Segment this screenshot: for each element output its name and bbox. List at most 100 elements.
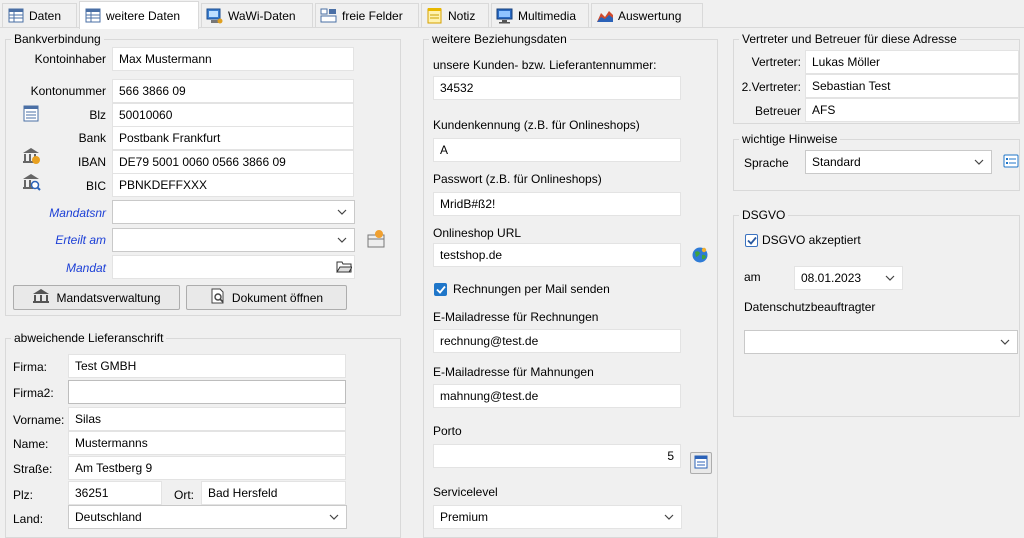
bank-search-icon xyxy=(21,172,41,195)
mandatsnr-select[interactable] xyxy=(112,200,355,224)
bank-label: Bank xyxy=(78,131,106,145)
vertreter-field[interactable]: Lukas Möller xyxy=(805,50,1019,74)
passwort-label: Passwort (z.B. für Onlineshops) xyxy=(433,172,602,186)
dokument-oeffnen-button[interactable]: Dokument öffnen xyxy=(186,285,347,310)
strasse-field[interactable]: Am Testberg 9 xyxy=(68,456,346,480)
name-field[interactable]: Mustermanns xyxy=(68,431,346,455)
sprache-label: Sprache xyxy=(744,156,789,170)
ort-field[interactable]: Bad Hersfeld xyxy=(201,481,346,505)
land-select[interactable]: Deutschland xyxy=(68,505,347,529)
rechnung-per-mail-checkbox[interactable] xyxy=(434,283,447,296)
firma2-label: Firma2: xyxy=(13,386,54,400)
datenschutzbeauftragter-label: Datenschutzbeauftragter xyxy=(744,300,876,314)
vertreter-label: Vertreter: xyxy=(751,55,801,69)
mandat-label: Mandat xyxy=(65,261,106,275)
checkmark-icon xyxy=(435,285,446,294)
ort-label: Ort: xyxy=(174,488,194,502)
tab-weitere-daten[interactable]: weitere Daten xyxy=(79,1,199,29)
mandat-open-folder-button[interactable] xyxy=(333,256,355,278)
bank-calc-icon xyxy=(21,146,41,169)
erteilt-am-date[interactable] xyxy=(112,228,355,252)
table-icon xyxy=(84,7,101,24)
iban-field[interactable]: DE79 5001 0060 0566 3866 09 xyxy=(112,150,354,174)
table-icon xyxy=(7,7,24,24)
servicelevel-select[interactable]: Premium xyxy=(433,505,682,529)
vorname-field[interactable]: Silas xyxy=(68,407,346,431)
bic-field[interactable]: PBNKDEFFXXX xyxy=(112,173,354,197)
kontonummer-field[interactable]: 566 3866 09 xyxy=(112,79,354,103)
rechnung-per-mail-label: Rechnungen per Mail senden xyxy=(453,282,610,296)
porto-field[interactable]: 5 xyxy=(433,444,681,468)
mandatsverwaltung-button[interactable]: Mandatsverwaltung xyxy=(13,285,180,310)
bic-search-button[interactable] xyxy=(20,172,42,194)
chevron-down-icon xyxy=(974,159,984,165)
land-label: Land: xyxy=(13,512,44,526)
firma2-field[interactable] xyxy=(68,380,346,404)
chevron-down-icon xyxy=(329,514,339,520)
blz-label: Blz xyxy=(89,108,106,122)
chart-icon xyxy=(596,7,613,24)
porto-table-button[interactable] xyxy=(690,452,712,474)
tab-auswertung[interactable]: Auswertung xyxy=(591,3,703,27)
plz-label: Plz: xyxy=(13,488,34,502)
document-search-icon xyxy=(210,288,226,307)
group-legend: DSGVO xyxy=(739,208,789,222)
blz-lookup-button[interactable] xyxy=(20,104,42,126)
iban-calculate-button[interactable] xyxy=(20,146,42,168)
tab-notiz[interactable]: Notiz xyxy=(421,3,489,27)
group-legend: wichtige Hinweise xyxy=(739,132,841,146)
plz-field[interactable]: 36251 xyxy=(68,481,162,505)
firma-field[interactable]: Test GMBH xyxy=(68,354,346,378)
table-icon xyxy=(694,455,708,472)
land-value: Deutschland xyxy=(75,510,142,524)
kundenkennung-label: Kundenkennung (z.B. für Onlineshops) xyxy=(433,118,640,132)
sprache-list-button[interactable] xyxy=(1000,151,1022,173)
checkmark-icon xyxy=(746,236,757,245)
tab-freie-felder[interactable]: freie Felder xyxy=(315,3,419,27)
mail-rechnungen-field[interactable]: rechnung@test.de xyxy=(433,329,681,353)
mail-mahnungen-field[interactable]: mahnung@test.de xyxy=(433,384,681,408)
chevron-down-icon xyxy=(885,275,895,281)
tab-multimedia[interactable]: Multimedia xyxy=(491,3,589,27)
iban-label: IBAN xyxy=(77,155,106,169)
kundennummer-label: unsere Kunden- bzw. Lieferantennummer: xyxy=(433,58,657,72)
datenschutzbeauftragter-select[interactable] xyxy=(744,330,1018,354)
dsgvo-am-value: 08.01.2023 xyxy=(801,271,862,285)
list-icon xyxy=(1003,154,1019,171)
kundennummer-field[interactable]: 34532 xyxy=(433,76,681,100)
bic-label: BIC xyxy=(85,179,106,193)
mandat-field[interactable] xyxy=(112,255,355,279)
erteilt-am-label: Erteilt am xyxy=(55,233,106,247)
passwort-field[interactable]: MridB#ß2! xyxy=(433,192,681,216)
dsgvo-am-date[interactable]: 08.01.2023 xyxy=(794,266,903,290)
tab-label: Notiz xyxy=(448,8,476,23)
onlineshop-url-field[interactable]: testshop.de xyxy=(433,243,681,267)
fields-icon xyxy=(320,7,337,24)
kontoinhaber-label: Kontoinhaber xyxy=(34,52,106,66)
sprache-select[interactable]: Standard xyxy=(805,150,992,174)
mandat-calendar-button[interactable] xyxy=(365,229,387,251)
group-legend: Vertreter und Betreuer für diese Adresse xyxy=(739,32,960,46)
dsgvo-am-label: am xyxy=(744,270,761,284)
firma-label: Firma: xyxy=(13,360,47,374)
name-label: Name: xyxy=(13,437,49,451)
group-legend: abweichende Lieferanschrift xyxy=(11,331,167,345)
tab-label: Auswertung xyxy=(618,8,682,23)
betreuer-field[interactable]: AFS xyxy=(805,98,1019,122)
tab-wawi-daten[interactable]: WaWi-Daten xyxy=(201,3,313,27)
porto-label: Porto xyxy=(433,424,462,438)
kontoinhaber-field[interactable]: Max Mustermann xyxy=(112,47,354,71)
monitor-icon xyxy=(496,7,513,24)
chevron-down-icon xyxy=(337,209,347,215)
chevron-down-icon xyxy=(1000,339,1010,345)
tab-label: WaWi-Daten xyxy=(228,8,296,23)
open-url-button[interactable] xyxy=(689,245,711,267)
vertreter2-field[interactable]: Sebastian Test xyxy=(805,74,1019,98)
group-legend: weitere Beziehungsdaten xyxy=(429,32,570,46)
tab-daten[interactable]: Daten xyxy=(2,3,77,27)
dsgvo-akzeptiert-checkbox[interactable] xyxy=(745,234,758,247)
blz-field[interactable]: 50010060 xyxy=(112,103,354,127)
vorname-label: Vorname: xyxy=(13,413,65,427)
bank-field[interactable]: Postbank Frankfurt xyxy=(112,126,354,150)
kundenkennung-field[interactable]: A xyxy=(433,138,681,162)
